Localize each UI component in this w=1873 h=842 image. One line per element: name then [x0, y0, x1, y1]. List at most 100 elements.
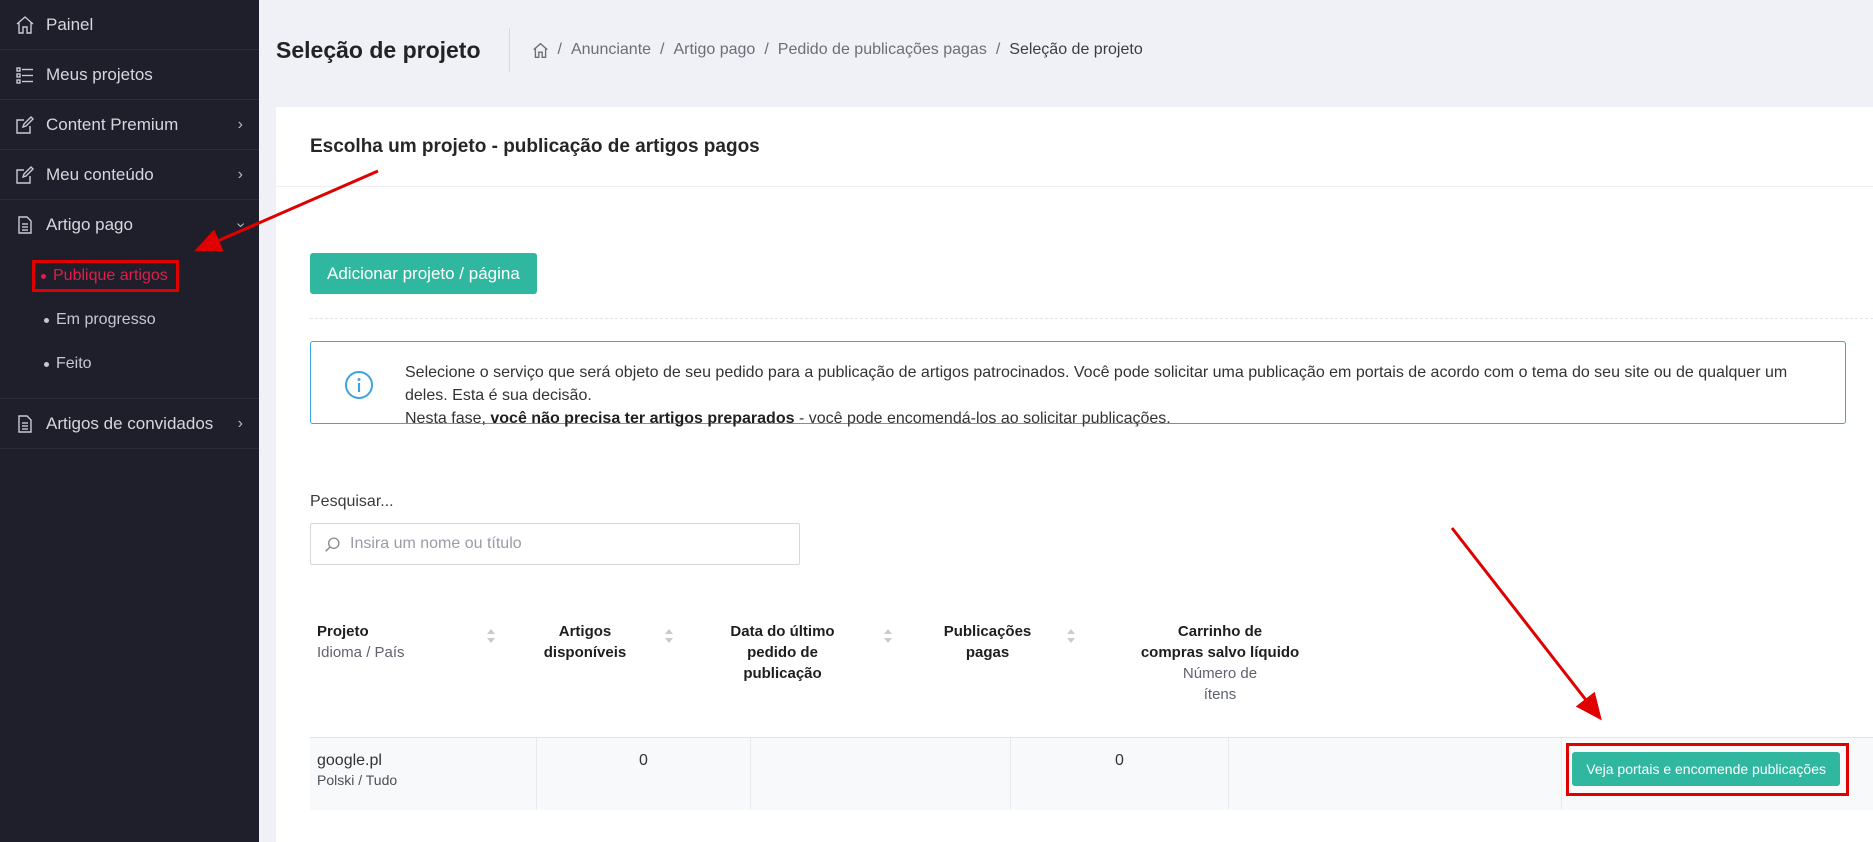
column-header-label: disponíveis	[543, 644, 627, 661]
sidebar-item-artigos-convidados[interactable]: Artigos de convidados ›	[0, 399, 259, 449]
sidebar-item-artigo-pago[interactable]: Artigo pago ›	[0, 200, 259, 250]
sidebar-item-label: Painel	[46, 14, 94, 34]
page-title: Seleção de projeto	[276, 36, 481, 63]
info-line-1: Selecione o serviço que será objeto de s…	[405, 364, 1788, 404]
highlight-box: Publique artigos	[32, 260, 179, 292]
bullet-icon	[44, 361, 49, 367]
breadcrumb-link[interactable]: Pedido de publicações pagas	[778, 41, 987, 59]
info-line-2: Nesta fase, você não precisa ter artigos…	[405, 407, 1805, 430]
column-header-sublabel: Número de	[1182, 665, 1258, 682]
sidebar-item-label: Artigos de convidados	[46, 413, 214, 433]
page-header: Seleção de projeto / Anunciante / Artigo…	[259, 0, 1873, 100]
cell-last-order-date	[751, 738, 1011, 810]
edit-icon	[14, 114, 36, 136]
column-header-label: compras salvo líquido	[1140, 644, 1300, 661]
edit-icon	[14, 164, 36, 186]
sort-icon[interactable]	[665, 629, 674, 643]
breadcrumb: / Anunciante / Artigo pago / Pedido de p…	[532, 41, 1143, 59]
chevron-down-icon: ›	[232, 222, 250, 228]
cell-cart	[1229, 738, 1562, 810]
column-header-last-order-date[interactable]: Data do último pedido de publicação	[715, 621, 850, 684]
search-input[interactable]	[350, 535, 770, 553]
column-header-label: pagas	[965, 644, 1010, 661]
project-name: google.pl	[317, 752, 382, 769]
sidebar-subitem-feito[interactable]: Feito	[0, 342, 259, 386]
last-order-date	[751, 738, 1010, 752]
column-header-sublabel: ítens	[1203, 686, 1237, 703]
cell-paid-publications: 0	[1011, 738, 1229, 810]
sidebar-subitem-label: Feito	[56, 355, 92, 372]
project-selection-card: Escolha um projeto - publicação de artig…	[276, 107, 1873, 842]
project-language: Polski / Tudo	[317, 772, 398, 788]
search-field[interactable]	[310, 523, 800, 565]
breadcrumb-separator: /	[557, 41, 562, 58]
sidebar-subitem-label: Publique artigos	[53, 267, 168, 284]
sidebar-subitem-publique-artigos[interactable]: Publique artigos	[0, 254, 259, 298]
column-header-label: Carrinho de	[1177, 623, 1263, 640]
column-header-sublabel: Idioma / País	[317, 644, 405, 661]
chevron-right-icon: ›	[237, 414, 243, 432]
sidebar-item-painel[interactable]: Painel	[0, 0, 259, 50]
cell-articles: 0	[537, 738, 751, 810]
sidebar-item-label: Meu conteúdo	[46, 164, 154, 184]
table-row: google.pl Polski / Tudo 0 0 Veja portais…	[310, 738, 1873, 810]
sort-icon[interactable]	[487, 629, 496, 643]
sidebar: Painel Meus projetos Content Premium › M…	[0, 0, 259, 842]
breadcrumb-link[interactable]: Artigo pago	[673, 41, 755, 59]
sort-icon[interactable]	[1067, 629, 1076, 643]
sidebar-item-meu-conteudo[interactable]: Meu conteúdo ›	[0, 150, 259, 200]
search-icon	[324, 536, 341, 553]
list-icon	[14, 64, 36, 86]
chevron-right-icon: ›	[237, 165, 243, 183]
document-icon	[14, 413, 36, 435]
column-header-paid-publications[interactable]: Publicações pagas	[930, 621, 1045, 663]
column-header-label: Projeto	[317, 623, 369, 640]
search-label: Pesquisar...	[310, 493, 394, 510]
sidebar-subitem-label: Em progresso	[56, 311, 156, 328]
column-header-label: publicação	[743, 665, 822, 682]
sidebar-submenu: Publique artigos Em progresso Feito	[0, 250, 259, 399]
bullet-icon	[44, 317, 49, 323]
card-title: Escolha um projeto - publicação de artig…	[276, 107, 1873, 187]
home-icon	[14, 14, 36, 36]
column-header-label: Data do último	[730, 623, 835, 640]
add-project-button[interactable]: Adicionar projeto / página	[310, 253, 537, 294]
info-text-bold: você não precisa ter artigos preparados	[490, 410, 795, 427]
breadcrumb-link[interactable]: Anunciante	[571, 41, 651, 59]
sort-icon[interactable]	[884, 629, 893, 643]
sidebar-subitem-em-progresso[interactable]: Em progresso	[0, 298, 259, 342]
sidebar-item-label: Content Premium	[46, 114, 179, 134]
info-text-suffix: - você pode encomendá-los ao solicitar p…	[794, 410, 1171, 427]
column-header-label: Artigos	[558, 623, 612, 640]
breadcrumb-separator: /	[764, 41, 769, 58]
column-header-label: Publicações	[943, 623, 1032, 640]
articles-count: 0	[639, 752, 648, 769]
paid-count: 0	[1115, 752, 1124, 769]
home-icon[interactable]	[532, 42, 549, 59]
cell-project: google.pl Polski / Tudo	[310, 738, 537, 810]
view-portals-button[interactable]: Veja portais e encomende publicações	[1572, 752, 1840, 786]
info-alert: Selecione o serviço que será objeto de s…	[310, 341, 1846, 427]
column-header-cart: Carrinho de compras salvo líquido Número…	[1140, 621, 1300, 705]
breadcrumb-current: Seleção de projeto	[1009, 41, 1143, 58]
column-header-label: pedido de	[747, 644, 818, 661]
divider	[508, 28, 510, 72]
sidebar-item-meus-projetos[interactable]: Meus projetos	[0, 50, 259, 100]
column-header-articles[interactable]: Artigos disponíveis	[525, 621, 645, 663]
table-header: Projeto Idioma / País Artigos disponívei…	[310, 607, 1873, 738]
breadcrumb-separator: /	[660, 41, 665, 58]
info-icon	[344, 370, 374, 405]
document-icon	[14, 214, 36, 236]
info-text: Selecione o serviço que será objeto de s…	[405, 361, 1805, 430]
column-header-project[interactable]: Projeto Idioma / País	[317, 621, 405, 663]
divider	[310, 318, 1873, 319]
sidebar-item-label: Artigo pago	[46, 215, 133, 234]
info-text-prefix: Nesta fase,	[405, 410, 491, 427]
sidebar-item-content-premium[interactable]: Content Premium ›	[0, 100, 259, 150]
chevron-right-icon: ›	[237, 115, 243, 133]
cart-value	[1229, 738, 1561, 752]
breadcrumb-separator: /	[995, 41, 1001, 58]
sidebar-item-label: Meus projetos	[46, 64, 153, 84]
projects-table: Projeto Idioma / País Artigos disponívei…	[310, 607, 1873, 810]
bullet-icon	[41, 273, 46, 279]
